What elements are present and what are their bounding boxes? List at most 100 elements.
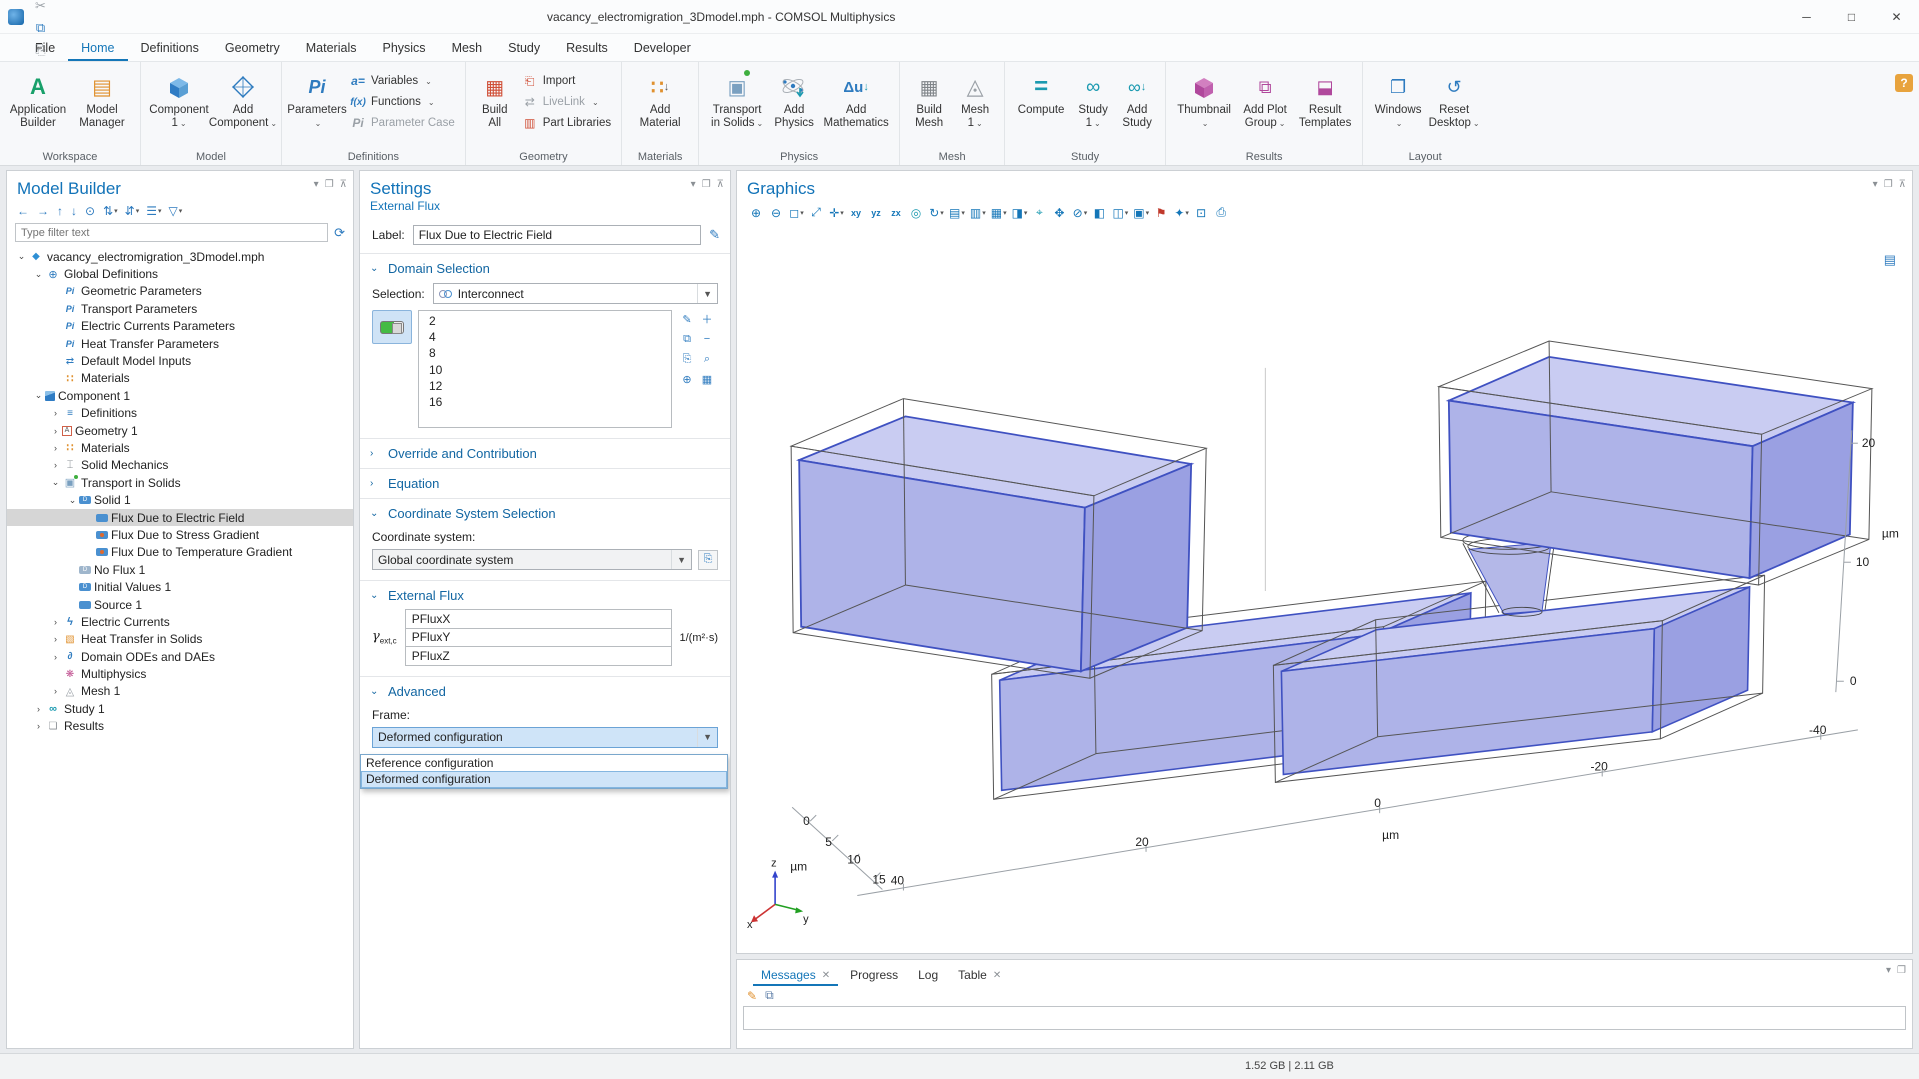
tree-filter-input[interactable] [15, 223, 328, 242]
select-icon[interactable]: ⌖ [1030, 203, 1049, 222]
clear-messages-icon[interactable]: ✎ [747, 989, 757, 1003]
zoom-box-icon[interactable]: ◻▾ [787, 203, 806, 222]
add-material-button[interactable]: ∷↓ AddMaterial [628, 68, 692, 130]
panel-menu-icon[interactable]: ▾ [314, 179, 319, 190]
import-button[interactable]: ⎗Import [518, 72, 615, 90]
tree-item[interactable]: Pi Geometric Parameters [7, 283, 353, 300]
filter-icon[interactable]: ▽▾ [169, 204, 183, 218]
tree-item[interactable]: › ⌶ Solid Mechanics [7, 457, 353, 474]
frame-dropdown[interactable]: Deformed configuration ▼ [372, 727, 718, 748]
copy-icon[interactable]: ⧉ [30, 17, 52, 39]
clip-plane-icon[interactable]: ⚑ [1152, 203, 1171, 222]
panel-menu-icon[interactable]: ▾ [691, 179, 696, 190]
ribbon-tab[interactable]: Mesh [439, 34, 496, 61]
dropdown-option[interactable]: Reference configuration [361, 755, 727, 772]
variables-button[interactable]: a=Variables⌄ [346, 72, 459, 90]
parameters-button[interactable]: Pi Parameters⌄ [288, 68, 346, 130]
add-mathematics-button[interactable]: Δu↓ AddMathematics [819, 68, 893, 130]
tree-item[interactable]: D No Flux 1 [7, 561, 353, 578]
domain-selection-header[interactable]: ⌄ Domain Selection [360, 254, 730, 283]
build-mesh-button[interactable]: ▦ BuildMesh [906, 68, 952, 130]
add-study-button[interactable]: ∞↓ AddStudy [1115, 68, 1159, 130]
mesh-1-button[interactable]: ◬ Mesh1⌄ [952, 68, 998, 130]
tree-item[interactable]: ⌄ D Solid 1 [7, 491, 353, 508]
float-panel-icon[interactable]: ❐ [325, 179, 334, 190]
rename-icon[interactable]: ✎ [709, 227, 720, 243]
domain-list-item[interactable]: 12 [419, 378, 671, 394]
close-icon[interactable]: ✕ [993, 970, 1001, 981]
expander-icon[interactable]: › [32, 704, 45, 714]
tree-item[interactable]: › ϟ Electric Currents [7, 613, 353, 630]
axis-orientation-icon[interactable]: ✛▾ [827, 203, 846, 222]
pin-panel-icon[interactable]: ⊼ [1899, 179, 1906, 190]
help-icon[interactable]: ? [1895, 74, 1913, 92]
expander-icon[interactable]: ⌄ [66, 495, 79, 506]
tree-item[interactable]: ⌄ ◆ vacancy_electromigration_3Dmodel.mph [7, 248, 353, 265]
material-rendering-icon[interactable]: ▦▾ [989, 203, 1009, 222]
zoom-to-selection-icon[interactable]: ⌕ [698, 350, 716, 368]
study-1-button[interactable]: ∞ Study1⌄ [1071, 68, 1115, 130]
transparency-icon[interactable]: ◧ [1090, 203, 1109, 222]
expander-icon[interactable]: › [49, 634, 62, 644]
panel-menu-icon[interactable]: ▾ [1873, 179, 1878, 190]
tab-log[interactable]: Log [910, 968, 946, 986]
node-text-icon[interactable]: ☰▾ [146, 204, 161, 218]
float-panel-icon[interactable]: ❐ [702, 179, 711, 190]
collapse-icon[interactable]: ⇵▾ [125, 204, 140, 218]
add-physics-button[interactable]: AddPhysics [769, 68, 819, 130]
pin-panel-icon[interactable]: ⊼ [717, 179, 724, 190]
pan-icon[interactable]: ✥ [1050, 203, 1069, 222]
expander-icon[interactable]: ⌄ [32, 269, 45, 280]
pin-panel-icon[interactable]: ⊼ [340, 179, 347, 190]
goto-selection-icon[interactable]: ⊕ [678, 370, 696, 388]
reset-desktop-button[interactable]: ↺ ResetDesktop⌄ [1427, 68, 1481, 130]
tree-item[interactable]: › A Geometry 1 [7, 422, 353, 439]
tree-item[interactable]: ❋ Multiphysics [7, 665, 353, 682]
model-manager-button[interactable]: ▤ ModelManager [70, 68, 134, 130]
expander-icon[interactable]: › [49, 408, 62, 418]
float-panel-icon[interactable]: ❐ [1897, 965, 1906, 976]
tree-item[interactable]: › ∞ Study 1 [7, 700, 353, 717]
tree-item[interactable]: ⌄ ⊕ Global Definitions [7, 265, 353, 282]
tree-item[interactable]: ∷ Materials [7, 370, 353, 387]
remove-from-selection-icon[interactable]: − [698, 330, 716, 348]
show-icon[interactable]: ⊙ [85, 204, 96, 218]
expander-icon[interactable]: › [32, 721, 45, 731]
domain-list-item[interactable]: 4 [419, 329, 671, 345]
messages-content[interactable] [743, 1006, 1906, 1030]
graphics-canvas[interactable]: 40 20 0 -20 -40 µm 0 5 10 15 µm 20 10 0 [737, 226, 1912, 953]
domain-list[interactable]: 248101216 [418, 310, 672, 428]
snapshot-icon[interactable]: ⊡ [1192, 203, 1211, 222]
selection-dropdown[interactable]: Interconnect ▼ [433, 283, 718, 304]
override-header[interactable]: › Override and Contribution [360, 439, 730, 468]
tab-progress[interactable]: Progress [842, 968, 906, 986]
flux-component-input[interactable]: PFluxZ [405, 646, 672, 666]
expander-icon[interactable]: › [49, 460, 62, 470]
coordinate-system-header[interactable]: ⌄ Coordinate System Selection [360, 499, 730, 528]
tree-item[interactable]: › ∂ Domain ODEs and DAEs [7, 648, 353, 665]
transport-in-solids-button[interactable]: ▣ Transportin Solids⌄ [705, 68, 769, 130]
view-zx-icon[interactable]: zx [887, 203, 906, 222]
copy-messages-icon[interactable]: ⧉ [765, 988, 774, 1003]
dropdown-option[interactable]: Deformed configuration [361, 771, 727, 788]
tab-messages[interactable]: Messages ✕ [753, 968, 838, 986]
expander-icon[interactable]: › [49, 443, 62, 453]
expander-icon[interactable]: ⌄ [49, 477, 62, 488]
livelink-button[interactable]: ⇄LiveLink⌄ [518, 93, 615, 111]
domain-list-item[interactable]: 10 [419, 362, 671, 378]
expander-icon[interactable]: ⌄ [32, 390, 45, 401]
mesh-render-icon[interactable]: ▣▾ [1131, 203, 1151, 222]
ribbon-tab[interactable]: Geometry [212, 34, 293, 61]
tree-item[interactable]: › ❏ Results [7, 718, 353, 735]
external-flux-header[interactable]: ⌄ External Flux [360, 581, 730, 610]
create-selection-icon[interactable]: ✎ [678, 310, 696, 328]
rotate-view-icon[interactable]: ↻▾ [927, 203, 946, 222]
compute-button[interactable]: = Compute [1011, 68, 1071, 117]
print-icon[interactable]: ⎙ [1212, 203, 1231, 222]
tree-item[interactable]: Flux Due to Electric Field [7, 509, 353, 526]
hide-objects-icon[interactable]: ⊘▾ [1070, 203, 1089, 222]
tree-item[interactable]: › ≡ Definitions [7, 405, 353, 422]
close-icon[interactable]: ✕ [822, 970, 830, 981]
zoom-out-icon[interactable]: ⊖ [767, 203, 786, 222]
domain-list-item[interactable]: 8 [419, 345, 671, 361]
